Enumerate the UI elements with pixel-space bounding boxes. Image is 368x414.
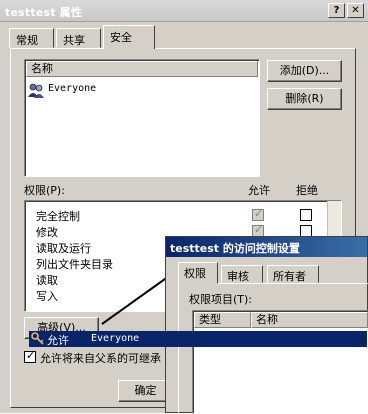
add-button[interactable]: 添加(D)... <box>267 60 342 82</box>
permission-label: 修改 <box>36 226 58 239</box>
permission-label: 完全控制 <box>36 210 80 223</box>
list-item-label: Everyone <box>48 83 97 94</box>
permissions-label: 权限(P): <box>24 184 65 197</box>
access-control-dialog: testtest 的访问控制设置 权限 审核 所有者 权限项目(T): 类型 名… <box>165 236 368 414</box>
users-icon <box>28 82 44 98</box>
inherit-label: 允许将来自父系的可继承 <box>40 352 161 365</box>
tab-auditing[interactable]: 审核 <box>221 265 263 283</box>
allow-checkbox[interactable] <box>252 207 264 221</box>
tab-sharing[interactable]: 共享 <box>56 28 101 48</box>
permission-label: 读取及运行 <box>36 242 91 255</box>
entries-label: 权限项目(T): <box>189 293 253 306</box>
col-type[interactable]: 类型 <box>194 312 251 328</box>
tab-general[interactable]: 常规 <box>9 28 54 48</box>
title-bar: testtest 属性 ? ✕ <box>0 0 368 22</box>
close-button[interactable]: ✕ <box>347 3 364 18</box>
tab-permissions[interactable]: 权限 <box>178 262 218 284</box>
deny-header: 拒绝 <box>296 184 318 197</box>
entries-list[interactable]: 类型 名称 <box>192 310 368 414</box>
key-icon <box>31 332 45 346</box>
allow-header: 允许 <box>248 184 270 197</box>
remove-button[interactable]: 删除(R) <box>267 88 342 110</box>
col-name[interactable]: 名称 <box>251 312 368 328</box>
entry-name: Everyone <box>91 333 140 344</box>
entry-type: 允许 <box>47 334 69 347</box>
inherit-checkbox[interactable] <box>24 349 36 363</box>
tab-owner[interactable]: 所有者 <box>267 265 319 283</box>
names-header[interactable]: 名称 <box>26 61 258 77</box>
permission-label: 列出文件夹目录 <box>36 258 113 271</box>
permission-label: 读取 <box>36 274 58 287</box>
deny-checkbox[interactable] <box>300 209 312 221</box>
permission-label: 写入 <box>36 290 58 303</box>
names-list[interactable]: 名称 Everyone <box>24 59 260 177</box>
entry-row[interactable]: 允许 Everyone <box>29 331 367 347</box>
dialog-title: testtest 的访问控制设置 <box>166 237 367 257</box>
properties-window: testtest 属性 ? ✕ 常规 共享 安全 名称 Everyone 添加(… <box>0 0 368 414</box>
help-button[interactable]: ? <box>328 3 345 18</box>
window-title: testtest 属性 <box>5 6 83 19</box>
tab-security[interactable]: 安全 <box>103 25 155 49</box>
